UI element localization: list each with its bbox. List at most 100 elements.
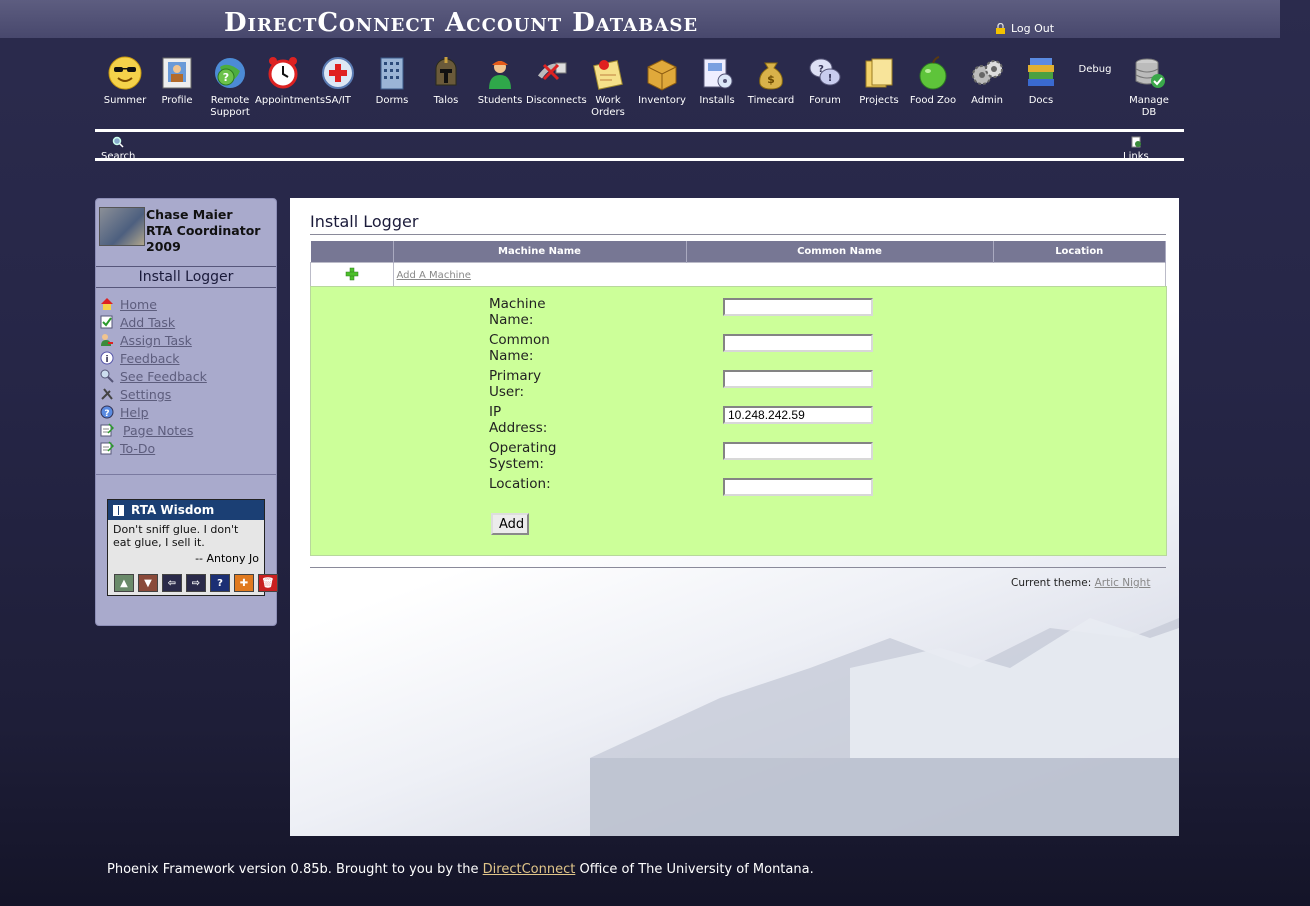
nav-timecard[interactable]: $ Timecard [743,52,799,107]
delete-wisdom-button[interactable]: 🗑 [258,574,278,592]
nav-label: Dorms [375,95,409,106]
nav-label: Students [477,95,523,106]
nav-forum[interactable]: ?! Forum [797,52,853,107]
nav-label: Installs [699,95,735,106]
sidebar-link[interactable]: Feedback [120,351,180,366]
sidebar-item-see-feedback[interactable]: See Feedback [100,367,207,385]
nav-appointments[interactable]: Appointments [255,52,326,107]
nav-food-zoo[interactable]: Food Zoo [905,52,961,107]
sidebar-item-assign-task[interactable]: Assign Task [100,331,207,349]
sidebar-item-feedback[interactable]: i Feedback [100,349,207,367]
svg-text:!: ! [828,73,833,84]
thumbs-up-icon: ▲ [120,577,128,589]
sidebar-link[interactable]: To-Do [120,441,155,456]
common-name-input[interactable] [723,334,873,352]
nav-profile[interactable]: Profile [149,52,205,107]
links-toolbar-button[interactable]: Links [1123,136,1149,159]
sidebar-item-to-do[interactable]: To-Do [100,439,207,457]
machine-name-input[interactable] [723,298,873,316]
plus-icon[interactable] [345,267,359,281]
nav-label: SA/IT [325,95,351,106]
help-button[interactable]: ? [210,574,230,592]
primary-user-input[interactable] [723,370,873,388]
nav-sa-it[interactable]: SA/IT [310,52,366,107]
nav-remote-support[interactable]: ? Remote Support [202,52,258,119]
lock-icon [996,23,1005,34]
column-header[interactable]: Location [993,241,1166,263]
nav-summer[interactable]: Summer [97,52,153,107]
nav-installs[interactable]: Installs [689,52,745,107]
nav-label: Forum [809,95,841,106]
question-icon: ? [217,577,223,589]
database-check-icon [1135,58,1165,88]
column-header [310,241,394,263]
sidebar-link[interactable]: Help [120,405,149,420]
ip-address-input[interactable] [723,406,873,424]
plus-icon: ✚ [239,577,249,589]
nav-label: Debug [1078,64,1112,75]
main-navbar: Summer Profile ? Remote Support Appointm… [97,52,1187,128]
nav-projects[interactable]: Projects [851,52,907,107]
sidebar-section-title: Install Logger [138,269,234,285]
building-icon [380,57,404,90]
sidebar-item-settings[interactable]: Settings [100,385,207,403]
pinned-note-icon [593,60,623,90]
sidebar-item-page-notes[interactable]: Page Notes [100,421,207,439]
sidebar-link[interactable]: Home [120,297,157,312]
nav-label: Appointments [255,95,326,106]
next-button[interactable]: ⇨ [186,574,206,592]
nav-manage-db[interactable]: Manage DB [1121,52,1177,119]
column-header[interactable]: Machine Name [393,241,687,263]
nav-dorms[interactable]: Dorms [364,52,420,107]
machine-name-label: Machine Name: [489,296,546,328]
wisdom-title: RTA Wisdom [131,503,215,517]
sidebar-link[interactable]: Add Task [120,315,175,330]
machines-table: Machine Name Common Name Location Add A … [310,241,1166,288]
info-icon: i [100,351,114,365]
location-input[interactable] [723,478,873,496]
previous-button[interactable]: ⇦ [162,574,182,592]
location-label: Location: [489,476,551,492]
add-wisdom-button[interactable]: ✚ [234,574,254,592]
avatar [99,207,145,246]
column-header[interactable]: Common Name [686,241,994,263]
thumbs-down-button[interactable]: ▼ [138,574,158,592]
helmet-icon [435,57,457,86]
table-header-row: Machine Name Common Name Location [310,241,1166,263]
nav-debug[interactable]: Debug [1067,64,1123,76]
nav-divider-bottom [95,158,1184,161]
thumbs-up-button[interactable]: ▲ [114,574,134,592]
logout-link[interactable]: Log Out [996,22,1054,35]
nav-admin[interactable]: Admin [959,52,1015,107]
nav-disconnects[interactable]: Disconnects [526,52,587,107]
nav-inventory[interactable]: Inventory [634,52,690,107]
sidebar-item-help[interactable]: ? Help [100,403,207,421]
nav-students[interactable]: Students [472,52,528,107]
nav-work-orders[interactable]: Work Orders [580,52,636,119]
nav-talos[interactable]: Talos [418,52,474,107]
nav-docs[interactable]: Docs [1013,52,1069,107]
sidebar-link[interactable]: Assign Task [120,333,192,348]
add-machine-link[interactable]: Add A Machine [395,270,471,281]
add-machine-cell[interactable] [310,262,394,288]
links-page-icon [1131,136,1141,148]
home-icon [101,298,113,310]
sidebar-item-add-task[interactable]: Add Task [100,313,207,331]
theme-link[interactable]: Artic Night [1095,577,1151,589]
sidebar-item-home[interactable]: Home [100,295,207,313]
disconnect-icon [537,62,567,81]
speech-bubbles-icon: ?! [809,58,841,86]
footer: Phoenix Framework version 0.85b. Brought… [107,862,814,877]
operating-system-input[interactable] [723,442,873,460]
footer-directconnect-link[interactable]: DirectConnect [483,862,576,877]
sidebar-link[interactable]: Settings [120,387,171,402]
sidebar-link[interactable]: Page Notes [123,423,193,438]
add-button[interactable]: Add [491,513,529,535]
sidebar-link[interactable]: See Feedback [120,369,207,384]
search-toolbar-button[interactable]: Search [101,136,135,159]
sidebar-divider [96,287,276,288]
user-profile: Chase Maier RTA Coordinator 2009 [99,207,275,267]
notepad-icon [100,441,114,455]
rta-wisdom-widget: RTA Wisdom Don't sniff glue. I don't eat… [107,499,278,596]
user-year: 2009 [146,239,181,254]
